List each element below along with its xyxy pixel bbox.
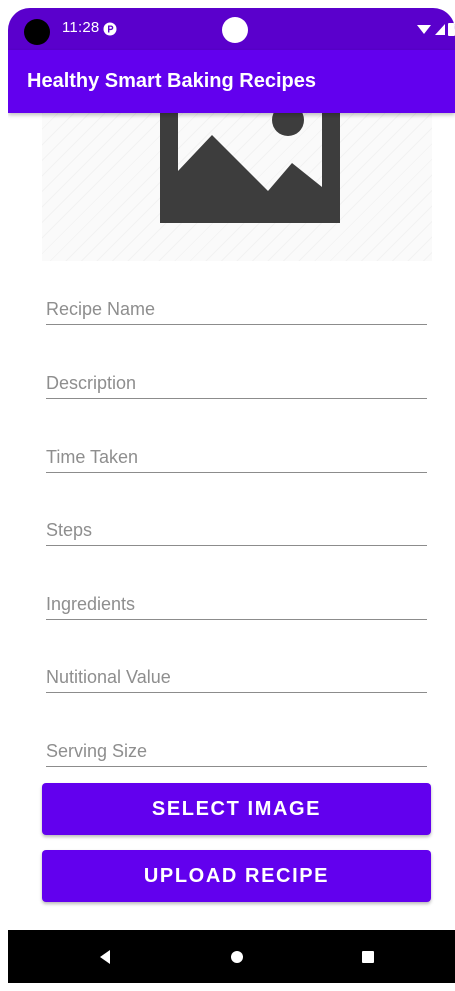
status-center-dot [222,17,248,43]
app-notification-icon [103,22,117,36]
time-taken-input[interactable] [46,447,427,468]
wifi-icon [417,25,431,34]
nav-home-button[interactable] [207,930,267,983]
ingredients-input[interactable] [46,594,427,615]
app-bar: Healthy Smart Baking Recipes [8,50,455,113]
description-field[interactable] [46,358,427,399]
home-icon [231,950,243,963]
nav-recents-button[interactable] [338,930,398,983]
time-taken-field[interactable] [46,432,427,473]
status-time: 11:28 [62,19,100,36]
upload-recipe-button[interactable]: UPLOAD RECIPE [42,850,431,902]
select-image-button[interactable]: SELECT IMAGE [42,783,431,835]
phone-screen: 11:28 Healthy Smart Baking Recipes Recip… [8,8,455,983]
description-input[interactable] [46,373,427,394]
system-status-icons [417,23,455,36]
steps-input[interactable] [46,520,427,541]
recipe-name-input[interactable] [46,299,427,320]
steps-field[interactable] [46,505,427,546]
recipe-image-preview[interactable] [42,113,432,261]
battery-icon [448,23,455,36]
status-bar: 11:28 [8,8,455,50]
navigation-bar [8,930,455,983]
app-title: Healthy Smart Baking Recipes [27,70,316,92]
ingredients-field[interactable] [46,579,427,620]
nutritional-value-field[interactable] [46,652,427,693]
nutritional-value-input[interactable] [46,667,427,688]
image-placeholder-icon [160,113,340,223]
nav-back-button[interactable] [75,930,135,983]
front-camera [24,19,50,45]
recipe-name-field[interactable] [46,284,427,325]
recents-icon [362,950,374,963]
serving-size-field[interactable] [46,726,427,767]
serving-size-input[interactable] [46,741,427,762]
back-icon [100,949,110,964]
signal-icon [435,24,445,35]
